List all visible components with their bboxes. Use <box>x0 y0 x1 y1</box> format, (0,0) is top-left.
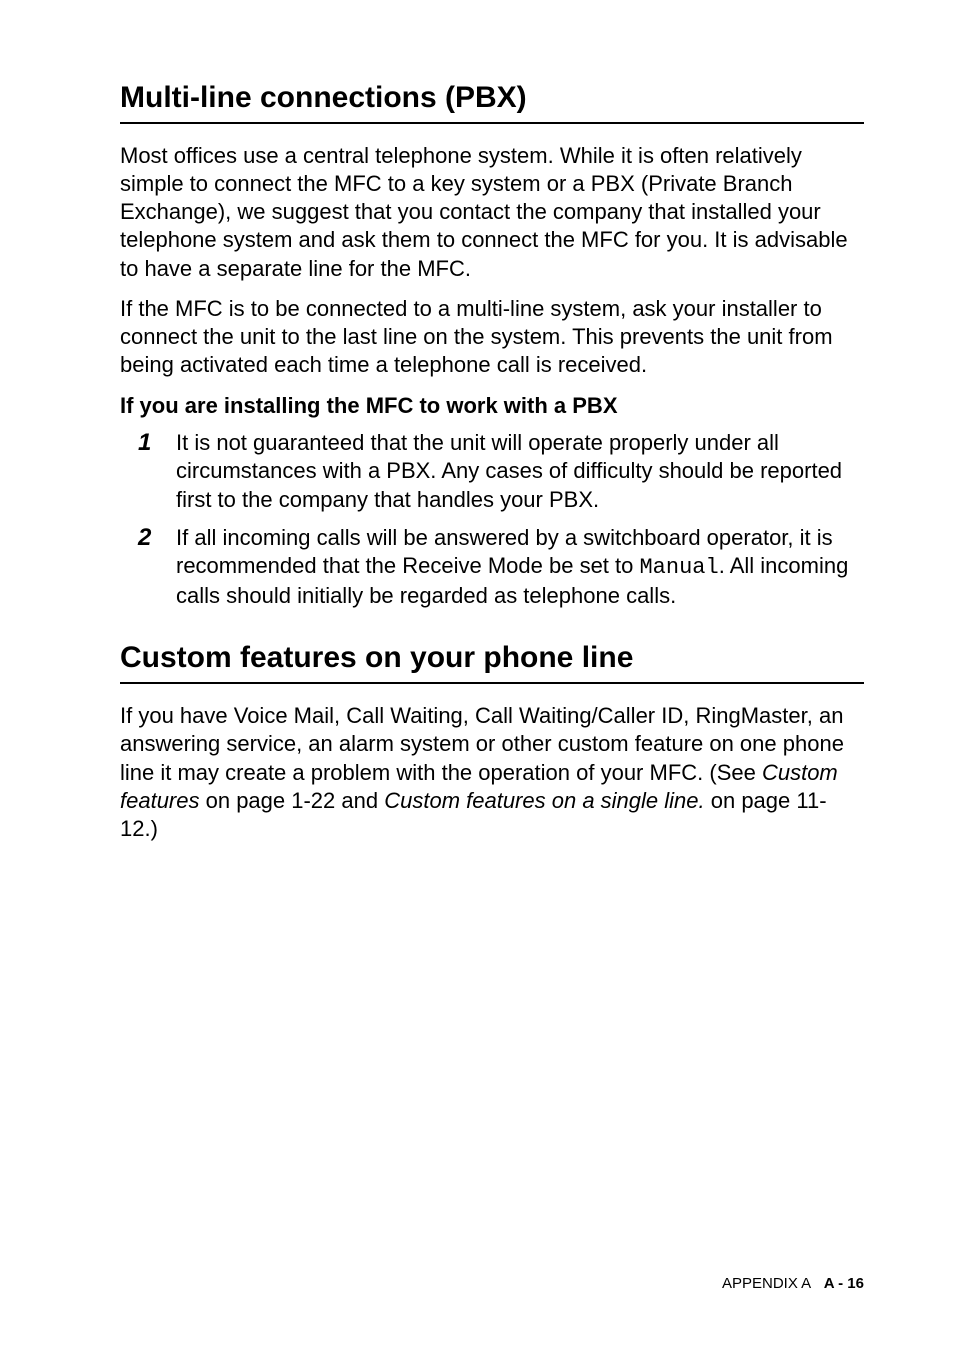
footer-appendix: APPENDIX A <box>722 1275 811 1292</box>
custom-text-a: If you have Voice Mail, Call Waiting, Ca… <box>120 703 844 784</box>
section-pbx: Multi-line connections (PBX) Most office… <box>120 80 864 610</box>
footer-page-number: A - 16 <box>824 1275 864 1292</box>
list-marker-2: 2 <box>138 524 176 610</box>
section-heading-custom: Custom features on your phone line <box>120 640 864 676</box>
list-text-2-mono: Manual <box>639 555 718 580</box>
list-item-2: 2 If all incoming calls will be answered… <box>138 524 864 610</box>
section-heading-pbx: Multi-line connections (PBX) <box>120 80 864 116</box>
para-pbx-multiline: If the MFC is to be connected to a multi… <box>120 295 864 379</box>
para-pbx-intro: Most offices use a central telephone sys… <box>120 142 864 283</box>
list-item-1: 1 It is not guaranteed that the unit wil… <box>138 429 864 513</box>
pbx-instructions-list: 1 It is not guaranteed that the unit wil… <box>120 429 864 610</box>
subheading-install-pbx: If you are installing the MFC to work wi… <box>120 393 864 419</box>
page-footer: APPENDIX A A - 16 <box>722 1275 864 1292</box>
para-custom-features: If you have Voice Mail, Call Waiting, Ca… <box>120 702 864 843</box>
custom-text-b: on page 1-22 and <box>200 788 385 813</box>
section-rule-2 <box>120 682 864 684</box>
section-custom-features: Custom features on your phone line If yo… <box>120 640 864 843</box>
list-text-1: It is not guaranteed that the unit will … <box>176 429 864 513</box>
custom-ital-2: Custom features on a single line. <box>384 788 704 813</box>
section-rule <box>120 122 864 124</box>
list-text-2: If all incoming calls will be answered b… <box>176 524 864 610</box>
list-marker-1: 1 <box>138 429 176 513</box>
